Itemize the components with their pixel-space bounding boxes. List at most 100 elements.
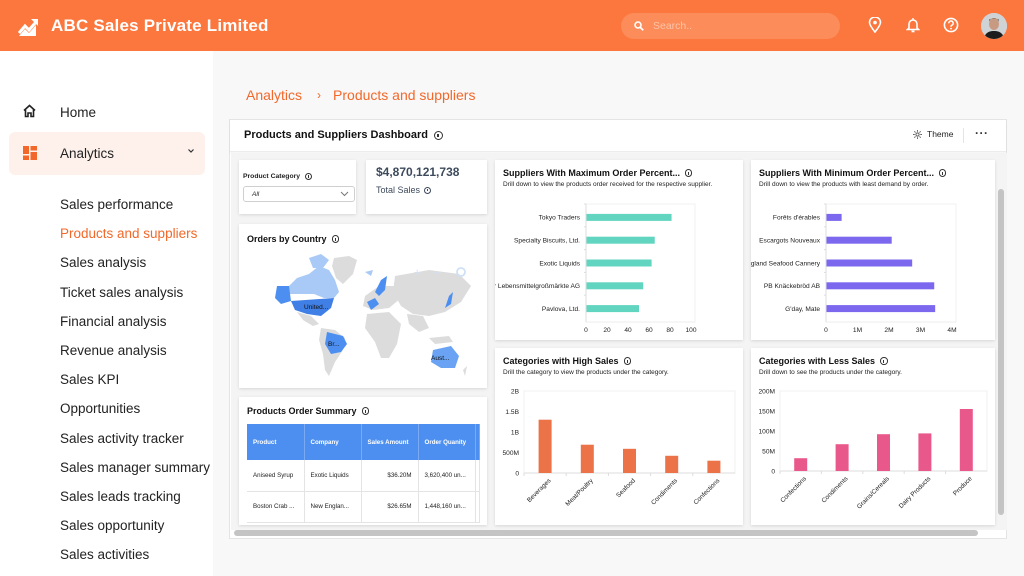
- info-icon[interactable]: [331, 235, 340, 243]
- chevron-down-icon[interactable]: [187, 148, 195, 154]
- bar[interactable]: [623, 448, 636, 473]
- category-label: Seafood: [615, 477, 637, 499]
- max-order-chart-card: Suppliers With Maximum Order Percent... …: [495, 160, 743, 340]
- bar[interactable]: [794, 458, 808, 471]
- bar[interactable]: [918, 433, 932, 471]
- category-label: Condiments: [820, 475, 849, 504]
- min-order-chart[interactable]: Forêts d'érables Escargots Nouveaux New En…: [751, 160, 995, 340]
- bar[interactable]: [826, 213, 842, 221]
- sidebar-subitem-sales-manager-summary[interactable]: Sales manager summary: [60, 460, 210, 475]
- sidebar-subitem-revenue-analysis[interactable]: Revenue analysis: [60, 343, 167, 358]
- chevron-down-icon: [340, 191, 349, 197]
- bar[interactable]: [665, 455, 679, 473]
- cell-product: Boston Crab ...: [247, 491, 305, 523]
- bar[interactable]: [586, 259, 652, 267]
- sidebar-subitem-sales-leads-tracking[interactable]: Sales leads tracking: [60, 489, 181, 504]
- x-tick-label: 80: [666, 327, 674, 334]
- info-icon[interactable]: [361, 407, 370, 415]
- bar[interactable]: [826, 282, 935, 290]
- sidebar-subitem-financial-analysis[interactable]: Financial analysis: [60, 314, 167, 329]
- sidebar-subitem-sales-opportunity[interactable]: Sales opportunity: [60, 518, 164, 533]
- y-tick-label: 100M: [759, 428, 776, 435]
- bar[interactable]: [586, 305, 640, 313]
- x-tick-label: 3M: [916, 327, 925, 334]
- total-sales-label: Total Sales: [376, 185, 432, 195]
- table-row[interactable]: Aniseed Syrup Exotic Liquids $36.20M 3,6…: [247, 460, 480, 492]
- column-header-order-quantity[interactable]: Order Quanity: [418, 424, 476, 460]
- info-icon[interactable]: [424, 186, 432, 194]
- top-header: ABC Sales Private Limited: [0, 0, 1024, 51]
- map-region-indonesia: [429, 336, 453, 344]
- bar[interactable]: [586, 236, 655, 244]
- x-tick-label: 2M: [884, 327, 893, 334]
- map-region-asia: [393, 270, 471, 316]
- sidebar-subitem-opportunities[interactable]: Opportunities: [60, 401, 140, 416]
- map-label-australia: Aust...: [431, 355, 450, 362]
- column-header-sales-amount[interactable]: Sales Amount: [361, 424, 419, 460]
- breadcrumb-products-and-suppliers[interactable]: Products and suppliers: [333, 87, 475, 103]
- bar[interactable]: [586, 213, 672, 221]
- cell-company: Exotic Liquids: [304, 460, 362, 492]
- bar[interactable]: [826, 305, 936, 313]
- sidebar-item-home[interactable]: Home: [0, 95, 213, 129]
- product-category-select[interactable]: All: [243, 186, 355, 202]
- bar[interactable]: [835, 444, 849, 471]
- home-icon: [23, 104, 36, 118]
- products-order-table: Product Company Sales Amount Order Quani…: [247, 424, 480, 523]
- map-region-south-asia: [407, 314, 429, 332]
- brand[interactable]: ABC Sales Private Limited: [18, 16, 269, 36]
- cell-sales-amount: $26.65M: [361, 491, 419, 523]
- less-sales-chart[interactable]: 0 50M 100M 150M 200M Confections Condiments Gra…: [751, 348, 995, 525]
- category-label: Confections: [779, 475, 808, 504]
- user-avatar[interactable]: [981, 13, 1007, 39]
- breadcrumb-analytics[interactable]: Analytics: [246, 87, 302, 103]
- column-header-product[interactable]: Product: [247, 424, 305, 460]
- help-icon[interactable]: [942, 16, 960, 34]
- sidebar-subitem-sales-activities[interactable]: Sales activities: [60, 547, 149, 562]
- breadcrumb: Analytics › Products and suppliers: [246, 87, 475, 103]
- sidebar-item-analytics[interactable]: Analytics: [9, 132, 205, 175]
- y-tick-label: 0: [515, 470, 519, 477]
- bar[interactable]: [877, 434, 890, 471]
- sidebar-subitem-ticket-sales-analysis[interactable]: Ticket sales analysis: [60, 285, 183, 300]
- theme-button[interactable]: Theme: [913, 129, 953, 139]
- y-tick-label: 0: [771, 468, 775, 475]
- location-pin-icon[interactable]: [866, 16, 884, 34]
- more-options-button[interactable]: ···: [975, 126, 989, 140]
- info-icon[interactable]: [305, 173, 313, 180]
- header-divider: [963, 128, 964, 143]
- bar[interactable]: [580, 444, 594, 473]
- total-sales-value: $4,870,121,738: [376, 165, 460, 179]
- map-zoom-in-button: +: [414, 267, 420, 279]
- table-row[interactable]: Boston Crab ... New Englan... $26.65M 1,…: [247, 491, 480, 523]
- bar[interactable]: [826, 259, 913, 267]
- bar[interactable]: [959, 409, 973, 471]
- sidebar-subitem-sales-activity-tracker[interactable]: Sales activity tracker: [60, 431, 184, 446]
- bar[interactable]: [586, 282, 644, 290]
- high-sales-chart[interactable]: 0 500M 1B 1.5B 2B Beverages Meat/Poultry Seafoo…: [495, 348, 743, 525]
- search-box[interactable]: [621, 13, 840, 39]
- world-map[interactable]: United... Br... Aust... + −: [239, 246, 487, 386]
- x-tick-label: 4M: [947, 327, 956, 334]
- bell-icon[interactable]: [904, 16, 922, 34]
- sidebar-subitem-sales-performance[interactable]: Sales performance: [60, 197, 173, 212]
- bar[interactable]: [707, 460, 721, 473]
- category-label: G'day, Mate: [785, 306, 820, 313]
- orders-by-country-title-text: Orders by Country: [247, 234, 327, 244]
- map-region-iceland: [365, 270, 373, 276]
- bar[interactable]: [826, 236, 892, 244]
- vertical-scrollbar[interactable]: [998, 189, 1004, 515]
- sidebar-subitem-sales-kpi[interactable]: Sales KPI: [60, 372, 119, 387]
- search-input[interactable]: [653, 20, 823, 32]
- info-icon[interactable]: [433, 130, 443, 140]
- column-header-company[interactable]: Company: [304, 424, 362, 460]
- max-order-chart[interactable]: Tokyo Traders Specialty Biscuits, Ltd. Exo…: [495, 160, 743, 340]
- brand-title: ABC Sales Private Limited: [51, 15, 269, 35]
- horizontal-scrollbar[interactable]: [234, 530, 978, 536]
- map-label-brazil: Br...: [328, 341, 340, 348]
- sidebar-subitem-sales-analysis[interactable]: Sales analysis: [60, 255, 146, 270]
- sidebar-subitem-products-and-suppliers[interactable]: Products and suppliers: [60, 226, 197, 241]
- sidebar: Home Analytics Sales performance Products…: [0, 51, 213, 576]
- bar[interactable]: [538, 419, 552, 473]
- total-sales-card[interactable]: $4,870,121,738 Total Sales: [366, 160, 487, 214]
